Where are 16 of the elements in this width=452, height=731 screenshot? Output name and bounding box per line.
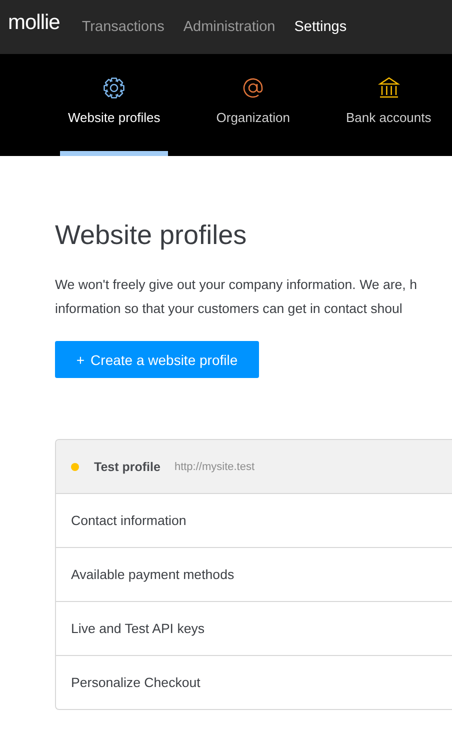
nav-link[interactable]: Settings: [294, 19, 347, 35]
profile-name: Test profile: [94, 460, 160, 474]
nav-link[interactable]: Transactions: [82, 19, 164, 35]
profile-menu-item[interactable]: Contact information: [56, 494, 452, 548]
profile-menu-item[interactable]: Live and Test API keys: [56, 602, 452, 656]
nav-link[interactable]: Administration: [183, 19, 276, 35]
settings-tab[interactable]: Organization: [208, 54, 298, 156]
settings-tab[interactable]: Bank accounts: [338, 54, 440, 156]
logo: mollie: [8, 11, 60, 35]
profile-url: http://mysite.test: [174, 460, 255, 472]
description-text: information so that your customers can get in contact shoul: [55, 300, 404, 318]
settings-tab[interactable]: Website profiles: [60, 54, 168, 156]
page-title: Website profiles: [55, 220, 248, 251]
profile-menu-item[interactable]: Personalize Checkout: [56, 656, 452, 709]
description-text: We won't freely give out your company information. We are, h: [55, 276, 418, 294]
profile-menu-item[interactable]: Available payment methods: [56, 548, 452, 602]
